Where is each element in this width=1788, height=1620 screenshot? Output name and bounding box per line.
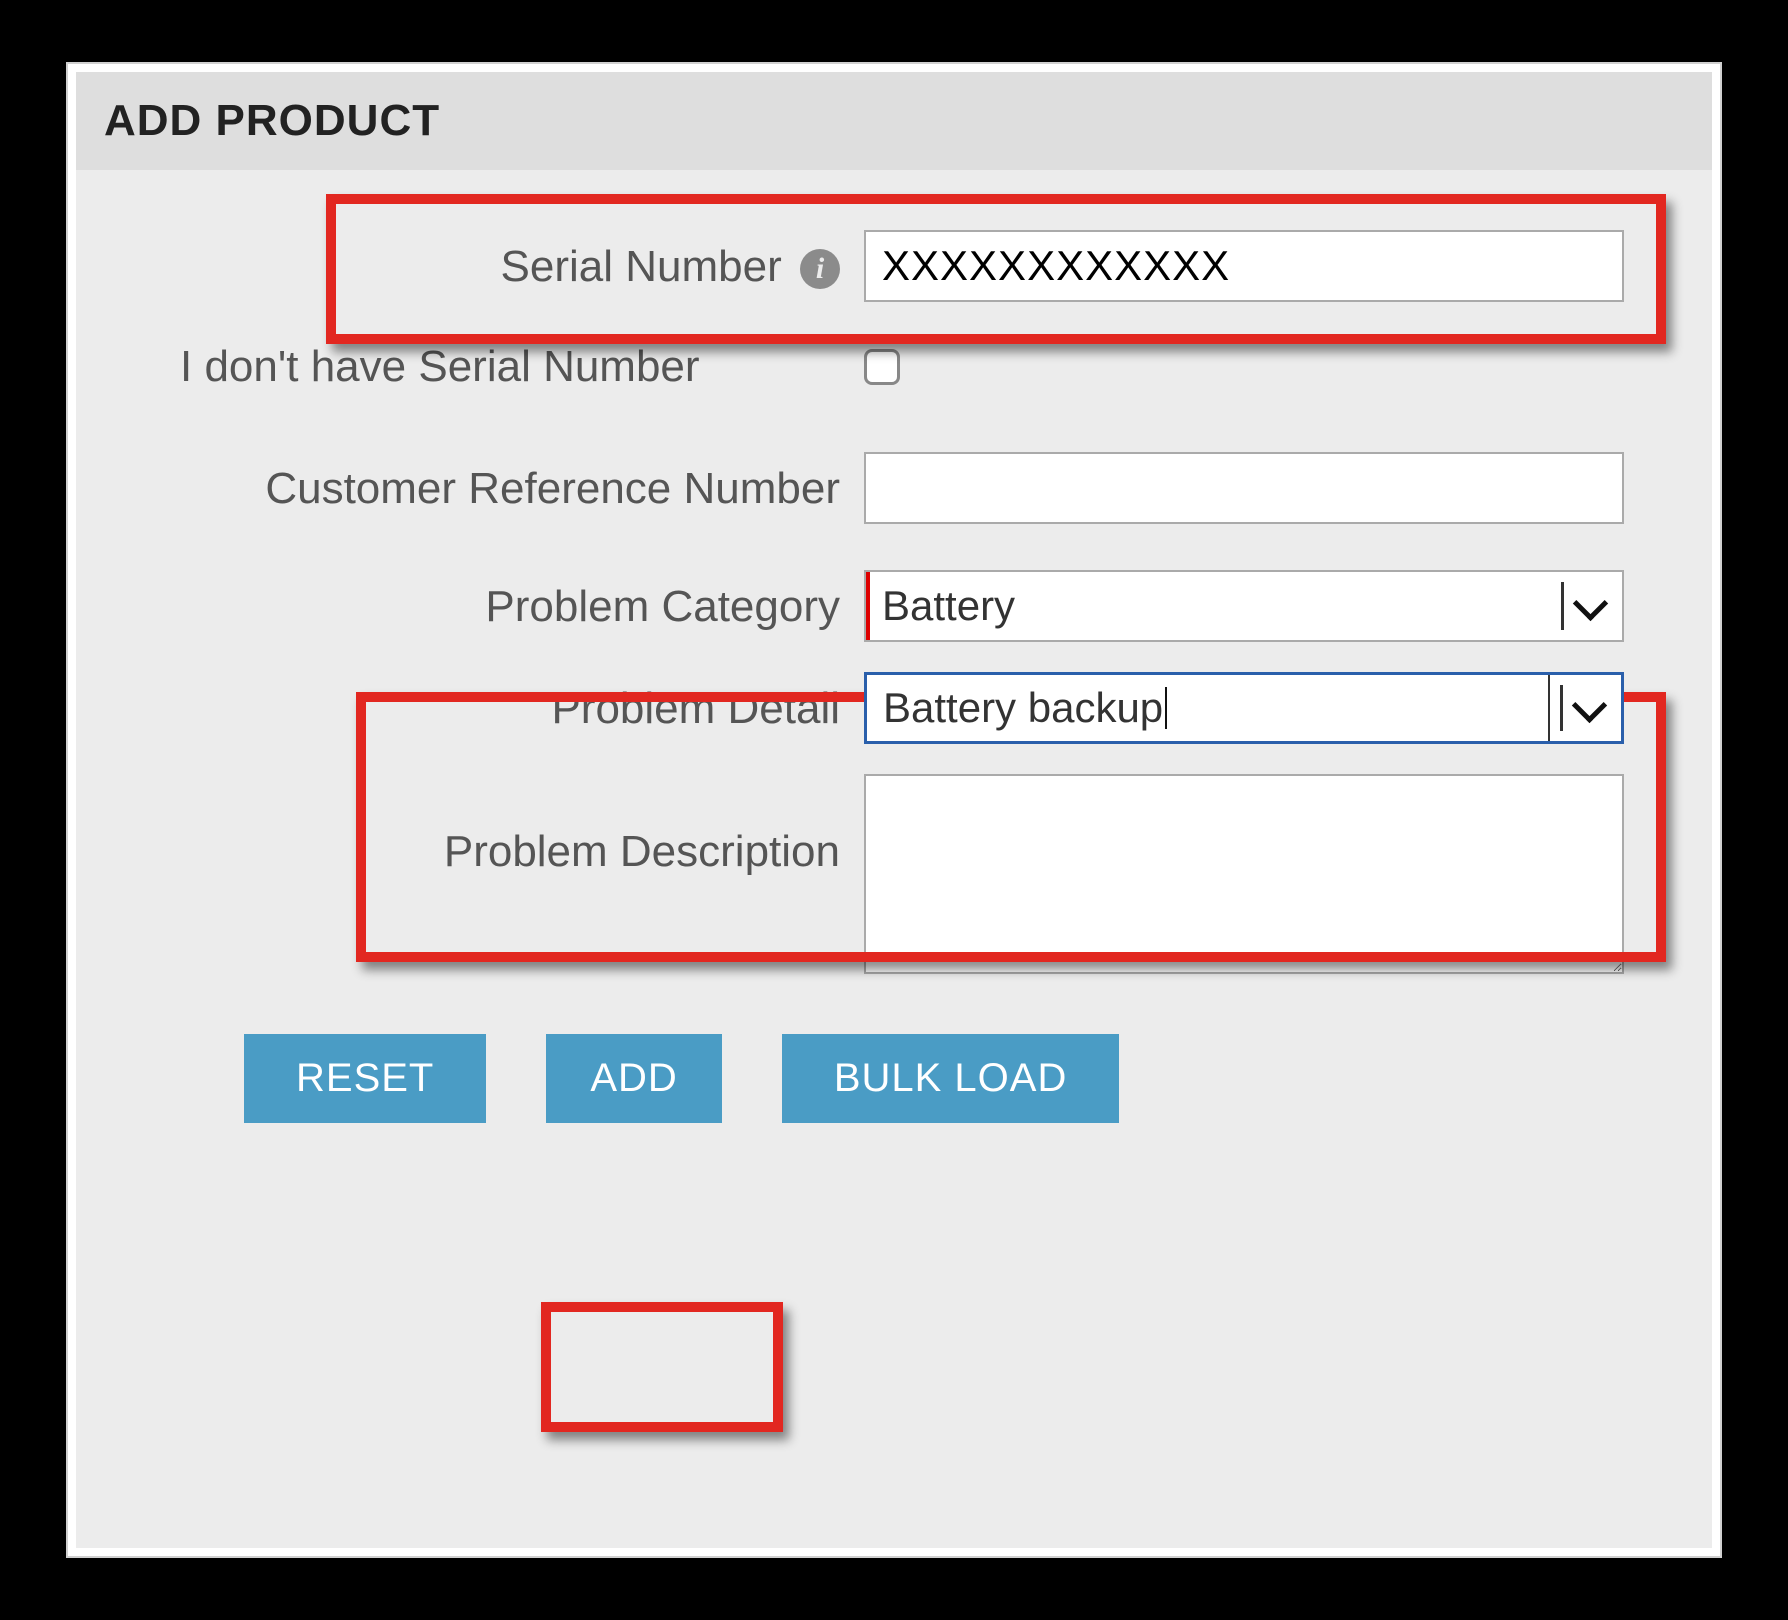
chevron-down-icon bbox=[1573, 691, 1607, 725]
card-body: Serial Number i I don't have Serial Numb… bbox=[76, 170, 1712, 1548]
button-row: RESET ADD BULK LOAD bbox=[124, 1034, 1664, 1123]
no-serial-label: I don't have Serial Number bbox=[124, 342, 864, 392]
serial-number-input[interactable] bbox=[864, 230, 1624, 302]
problem-category-label: Problem Category bbox=[124, 579, 864, 634]
no-serial-checkbox[interactable] bbox=[864, 349, 900, 385]
bulk-load-button[interactable]: BULK LOAD bbox=[782, 1034, 1120, 1123]
problem-category-select[interactable]: Battery bbox=[864, 570, 1624, 642]
highlight-add-button bbox=[541, 1302, 783, 1432]
text-cursor bbox=[1165, 687, 1167, 729]
problem-category-value: Battery bbox=[882, 582, 1551, 630]
chevron-down-icon bbox=[1574, 589, 1608, 623]
problem-detail-label: Problem Detail bbox=[124, 681, 864, 736]
customer-reference-input[interactable] bbox=[864, 452, 1624, 524]
required-marker bbox=[866, 572, 870, 640]
reset-button[interactable]: RESET bbox=[244, 1034, 486, 1123]
problem-detail-value: Battery backup bbox=[883, 675, 1550, 741]
add-product-card: ADD PRODUCT Serial Number i bbox=[76, 72, 1712, 1548]
card-header: ADD PRODUCT bbox=[76, 72, 1712, 170]
info-icon[interactable]: i bbox=[800, 249, 840, 289]
problem-description-label: Problem Description bbox=[124, 774, 864, 879]
problem-description-textarea[interactable] bbox=[864, 774, 1624, 974]
add-button[interactable]: ADD bbox=[546, 1034, 721, 1123]
serial-number-label: Serial Number i bbox=[124, 239, 864, 294]
card-title: ADD PRODUCT bbox=[104, 96, 440, 145]
customer-reference-label: Customer Reference Number bbox=[124, 461, 864, 516]
problem-detail-select[interactable]: Battery backup bbox=[864, 672, 1624, 744]
